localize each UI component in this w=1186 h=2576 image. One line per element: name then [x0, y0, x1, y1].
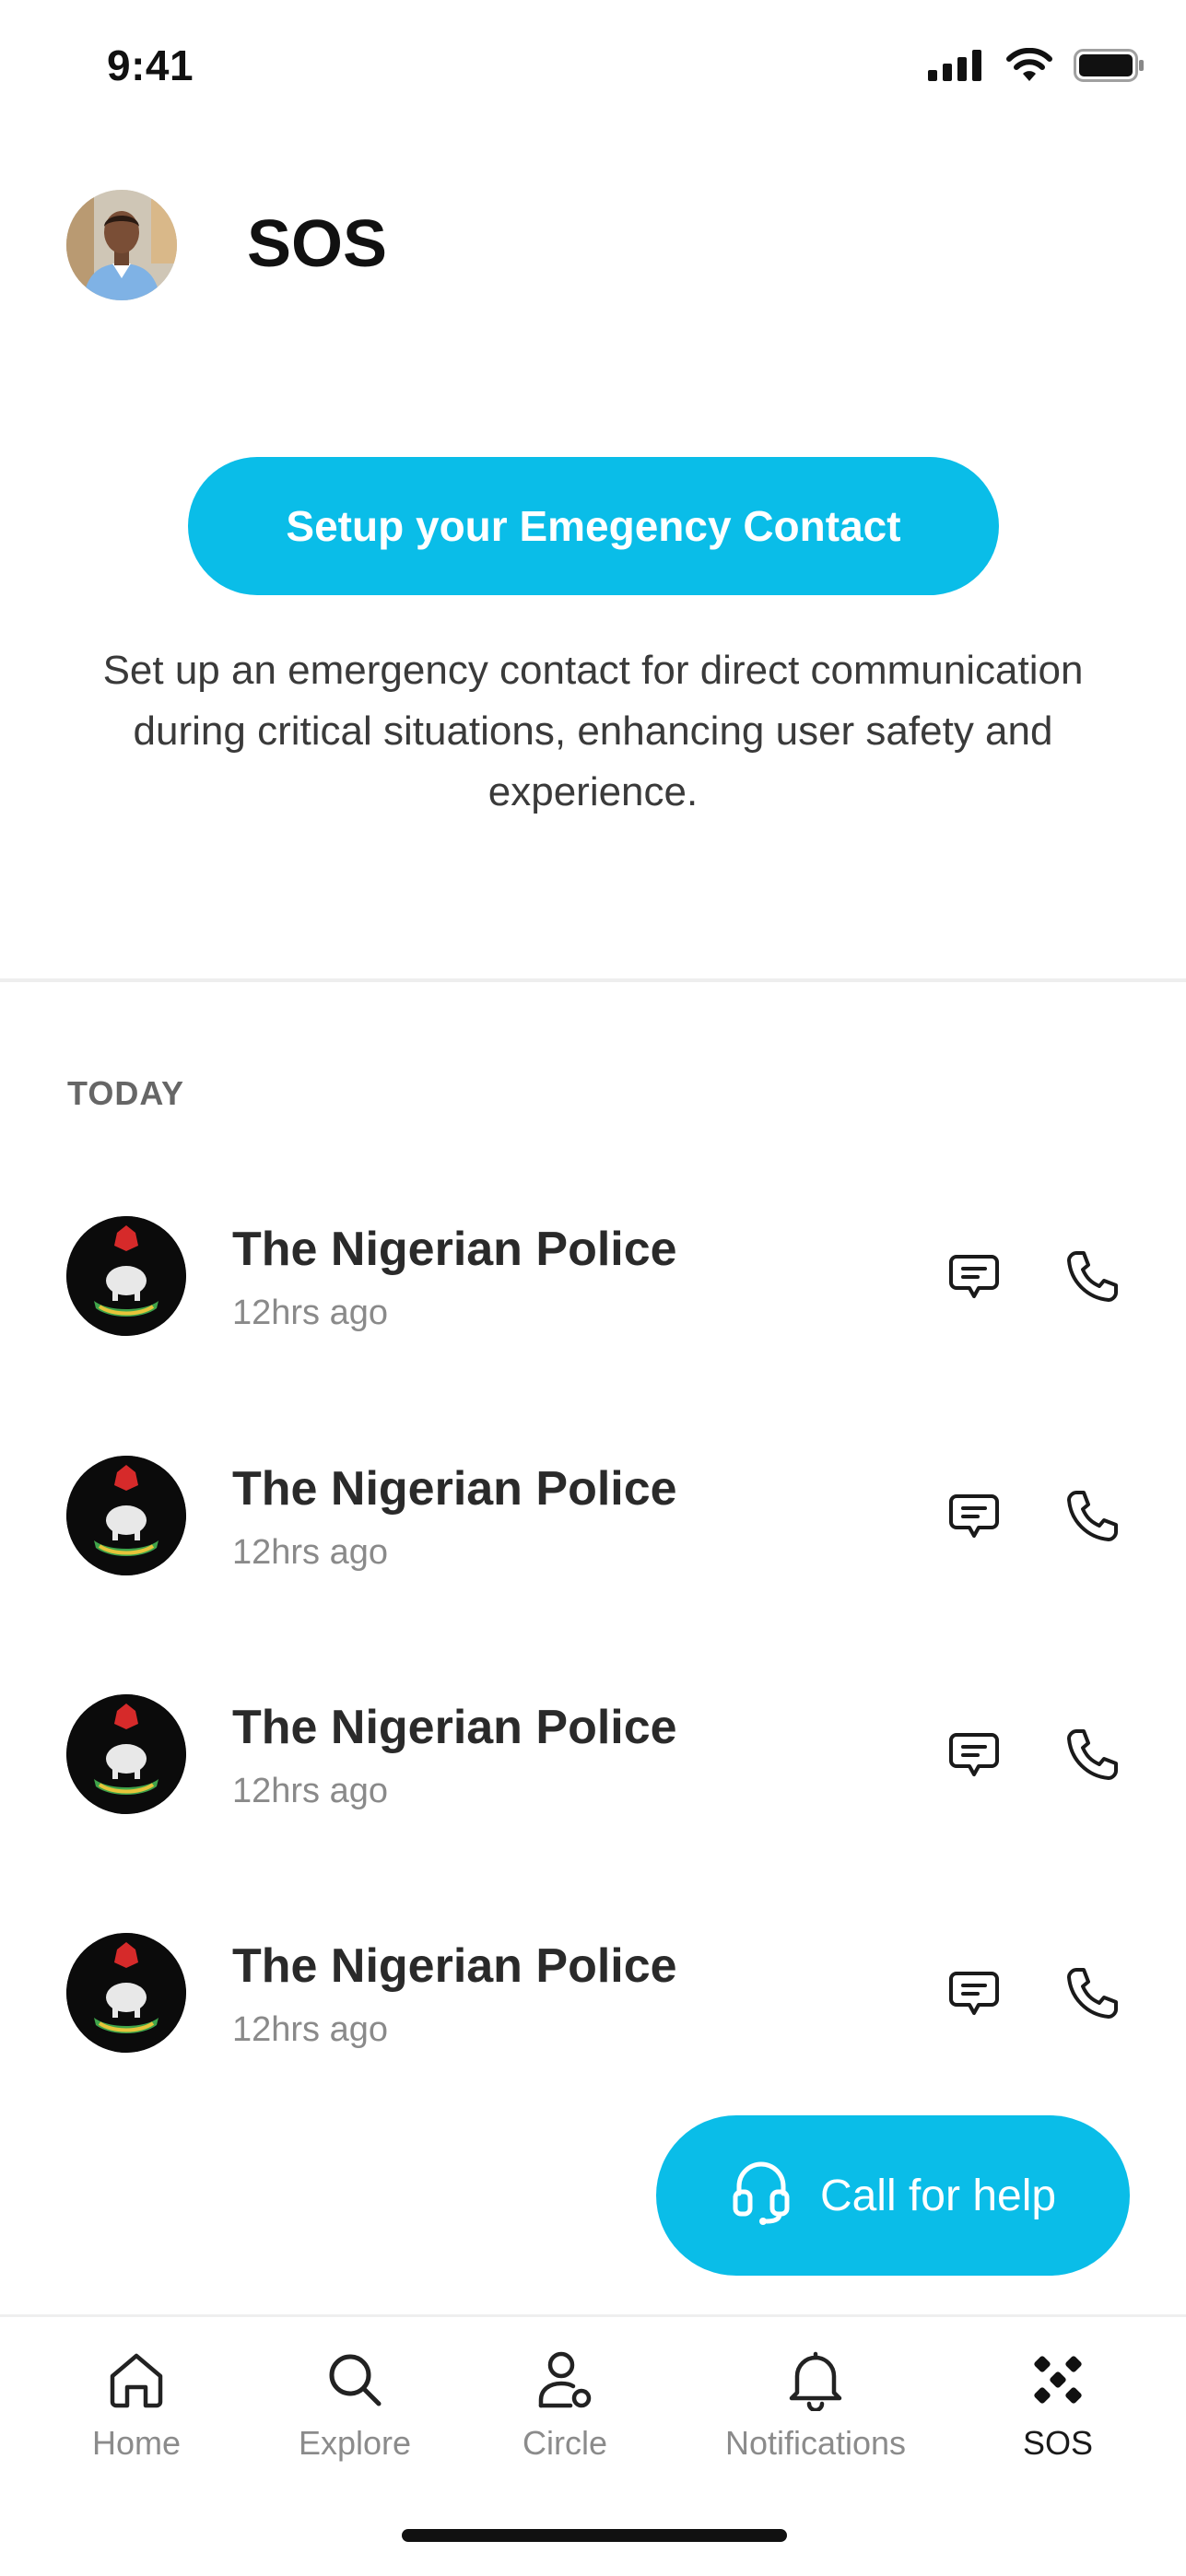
section-label-today: TODAY [67, 1074, 185, 1112]
contact-time: 12hrs ago [232, 1294, 389, 1332]
tab-sos[interactable]: SOS [1003, 2345, 1113, 2483]
status-icons [928, 47, 1145, 88]
tab-explore[interactable]: Explore [290, 2345, 419, 2483]
section-divider [0, 978, 1186, 982]
message-icon[interactable] [942, 1961, 1006, 2025]
tab-label: Home [91, 2424, 182, 2462]
police-logo-avatar [66, 1933, 186, 2053]
phone-icon[interactable] [1058, 1720, 1126, 1788]
contact-name: The Nigerian Police [232, 1223, 677, 1276]
page-title: SOS [247, 207, 388, 281]
contact-name: The Nigerian Police [232, 1701, 677, 1754]
contact-time: 12hrs ago [232, 2010, 389, 2049]
phone-icon[interactable] [1058, 1481, 1126, 1550]
message-icon[interactable] [942, 1722, 1006, 1786]
user-avatar[interactable] [66, 190, 177, 300]
home-indicator[interactable] [402, 2529, 787, 2542]
sos-icon [1023, 2345, 1093, 2415]
header: SOS [0, 184, 1186, 304]
tab-label: Circle [522, 2424, 607, 2462]
setup-description: Set up an emergency contact for direct c… [102, 648, 1084, 814]
contact-time: 12hrs ago [232, 1533, 389, 1572]
status-bar: 9:41 [0, 0, 1186, 129]
message-icon[interactable] [942, 1483, 1006, 1548]
tab-home[interactable]: Home [81, 2345, 192, 2483]
phone-icon[interactable] [1058, 1242, 1126, 1310]
police-logo-avatar [66, 1456, 186, 1575]
bell-icon [781, 2345, 851, 2415]
circle-user-icon [530, 2345, 600, 2415]
list-item[interactable]: The Nigerian Police 12hrs ago [0, 1198, 1186, 1345]
tab-label: Notifications [724, 2424, 907, 2462]
police-logo-avatar [66, 1694, 186, 1814]
call-for-help-button[interactable]: Call for help [656, 2115, 1130, 2276]
headset-icon [730, 2160, 793, 2231]
home-icon [101, 2345, 171, 2415]
tab-label: SOS [1022, 2424, 1094, 2462]
list-item[interactable]: The Nigerian Police 12hrs ago [0, 1676, 1186, 1823]
police-logo-avatar [66, 1216, 186, 1336]
tab-circle[interactable]: Circle [510, 2345, 620, 2483]
list-item[interactable]: The Nigerian Police 12hrs ago [0, 1437, 1186, 1585]
list-item[interactable]: The Nigerian Police 12hrs ago [0, 1914, 1186, 2062]
battery-icon [1074, 49, 1145, 87]
contact-name: The Nigerian Police [232, 1939, 677, 1993]
message-icon[interactable] [942, 1244, 1006, 1308]
signal-icon [928, 50, 985, 86]
search-icon [320, 2345, 390, 2415]
call-for-help-label: Call for help [819, 2171, 1057, 2220]
tab-label: Explore [298, 2424, 412, 2462]
phone-icon[interactable] [1058, 1959, 1126, 2027]
contact-name: The Nigerian Police [232, 1462, 677, 1516]
wifi-icon [1005, 47, 1053, 88]
tab-notifications[interactable]: Notifications [719, 2345, 912, 2483]
status-time: 9:41 [107, 41, 194, 89]
contact-time: 12hrs ago [232, 1772, 389, 1810]
setup-emergency-contact-button[interactable]: Setup your Emegency Contact [188, 457, 999, 595]
